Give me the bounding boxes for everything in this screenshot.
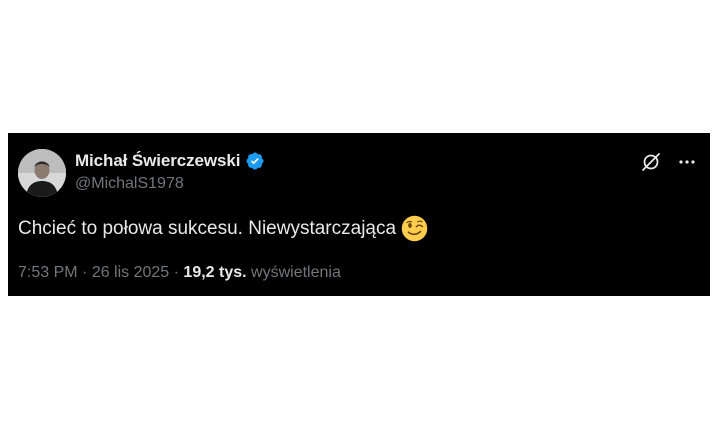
- avatar[interactable]: [18, 149, 66, 197]
- grok-button[interactable]: [640, 151, 662, 173]
- winking-face-icon: [401, 215, 428, 242]
- views-count: 19,2 tys.: [183, 264, 247, 281]
- meta-separator: ·: [169, 264, 184, 281]
- more-options-button[interactable]: [676, 151, 698, 173]
- tweet-meta: 7:53 PM · 26 lis 2025 · 19,2 tys. wyświe…: [18, 264, 341, 282]
- tweet-text: Chcieć to połowa sukcesu. Niewystarczają…: [18, 215, 428, 242]
- tweet-date: 26 lis 2025: [91, 264, 170, 281]
- meta-separator: ·: [77, 264, 92, 281]
- views-link[interactable]: 19,2 tys. wyświetlenia: [183, 264, 340, 281]
- author-display-name[interactable]: Michał Świerczewski: [75, 151, 240, 171]
- top-actions: [640, 151, 698, 173]
- tweet-time: 7:53 PM: [18, 264, 78, 281]
- avatar-photo: [18, 149, 66, 197]
- grok-icon: [642, 153, 660, 171]
- tweet-card: Michał Świerczewski @MichalS1978 Chcieć …: [8, 133, 710, 296]
- author-name-row: Michał Świerczewski: [75, 150, 265, 172]
- tweet-timestamp-link[interactable]: 7:53 PM · 26 lis 2025: [18, 264, 169, 281]
- tweet-text-content: Chcieć to połowa sukcesu. Niewystarczają…: [18, 217, 397, 239]
- verified-badge-icon: [246, 152, 264, 170]
- more-options-icon: [679, 160, 695, 164]
- views-label: wyświetlenia: [251, 264, 341, 281]
- author-handle[interactable]: @MichalS1978: [75, 175, 184, 193]
